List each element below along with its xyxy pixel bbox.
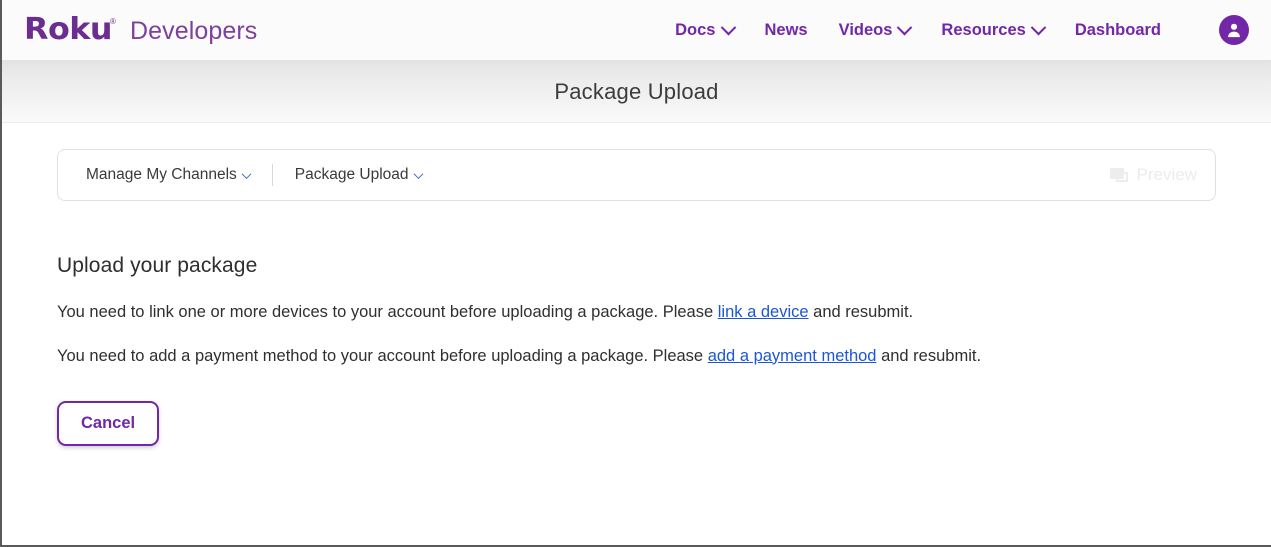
nav-links: Docs News Videos Resources Dashboard <box>675 15 1249 45</box>
message-text-after: and resubmit. <box>876 346 982 365</box>
preview-button-label: Preview <box>1136 165 1197 184</box>
nav-item-label: News <box>764 20 808 39</box>
nav-item-docs[interactable]: Docs <box>675 19 736 40</box>
cancel-button[interactable]: Cancel <box>57 401 160 447</box>
nav-item-resources[interactable]: Resources <box>941 19 1047 40</box>
page-title-banner: Package Upload <box>2 61 1271 123</box>
nav-item-label: Videos <box>838 20 893 39</box>
message-text-before: You need to add a payment method to your… <box>57 346 708 365</box>
roku-wordmark: Roku <box>24 12 113 47</box>
main-content: Manage My Channels Package Upload Previe… <box>2 123 1271 447</box>
breadcrumb-divider <box>271 164 273 186</box>
breadcrumb-item-label: Package Upload <box>294 166 409 183</box>
nav-item-label: Dashboard <box>1074 20 1161 39</box>
roku-logo[interactable]: Roku ® <box>24 15 116 45</box>
nav-item-label: Docs <box>675 20 716 39</box>
link-a-device-link[interactable]: link a device <box>718 303 809 321</box>
chevron-down-icon <box>413 168 423 179</box>
trademark-icon: ® <box>110 17 116 26</box>
message-text-after: and resubmit. <box>808 303 914 321</box>
message-text-before: You need to link one or more devices to … <box>57 303 718 321</box>
chevron-down-icon <box>241 168 252 179</box>
section-heading: Upload your package <box>57 254 258 277</box>
top-navigation-bar: Roku ® Developers Docs News Videos Resou… <box>2 0 1271 61</box>
breadcrumb-item-label: Manage My Channels <box>86 166 237 183</box>
error-message-payment-method: You need to add a payment method to your… <box>57 344 1216 370</box>
chevron-down-icon <box>897 19 913 35</box>
chevron-down-icon <box>1030 19 1047 35</box>
page-title: Package Upload <box>554 78 719 104</box>
breadcrumb-item-package-upload[interactable]: Package Upload <box>294 166 423 184</box>
page-root: Roku ® Developers Docs News Videos Resou… <box>0 0 1271 547</box>
chevron-down-icon <box>720 19 736 35</box>
nav-item-dashboard[interactable]: Dashboard <box>1075 21 1161 40</box>
user-account-icon[interactable] <box>1219 15 1249 45</box>
upload-section: Upload your package You need to link one… <box>57 201 1216 447</box>
nav-item-videos[interactable]: Videos <box>838 19 913 40</box>
monitor-preview-icon <box>1109 168 1128 182</box>
preview-button: Preview <box>1109 165 1197 185</box>
nav-item-label: Resources <box>941 20 1026 39</box>
nav-item-news[interactable]: News <box>765 21 808 40</box>
error-message-link-device: You need to link one or more devices to … <box>57 300 1216 326</box>
brand-logo-group[interactable]: Roku ® Developers <box>24 15 257 45</box>
brand-subtitle: Developers <box>129 17 258 45</box>
breadcrumb-item-manage-my-channels[interactable]: Manage My Channels <box>86 166 252 184</box>
add-a-payment-method-link[interactable]: add a payment method <box>708 347 877 365</box>
breadcrumb: Manage My Channels Package Upload Previe… <box>57 149 1216 201</box>
